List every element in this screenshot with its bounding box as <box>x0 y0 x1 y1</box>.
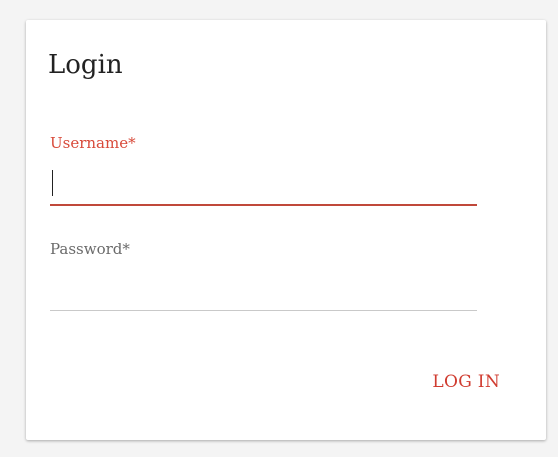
password-label: Password* <box>50 240 130 258</box>
login-title: Login <box>48 50 123 80</box>
password-input[interactable] <box>50 272 477 311</box>
username-label: Username* <box>50 134 136 152</box>
text-caret <box>52 170 53 196</box>
username-input[interactable] <box>50 166 477 206</box>
login-button[interactable]: LOG IN <box>390 364 500 400</box>
login-card: Login Username* Password* LOG IN <box>26 20 546 440</box>
